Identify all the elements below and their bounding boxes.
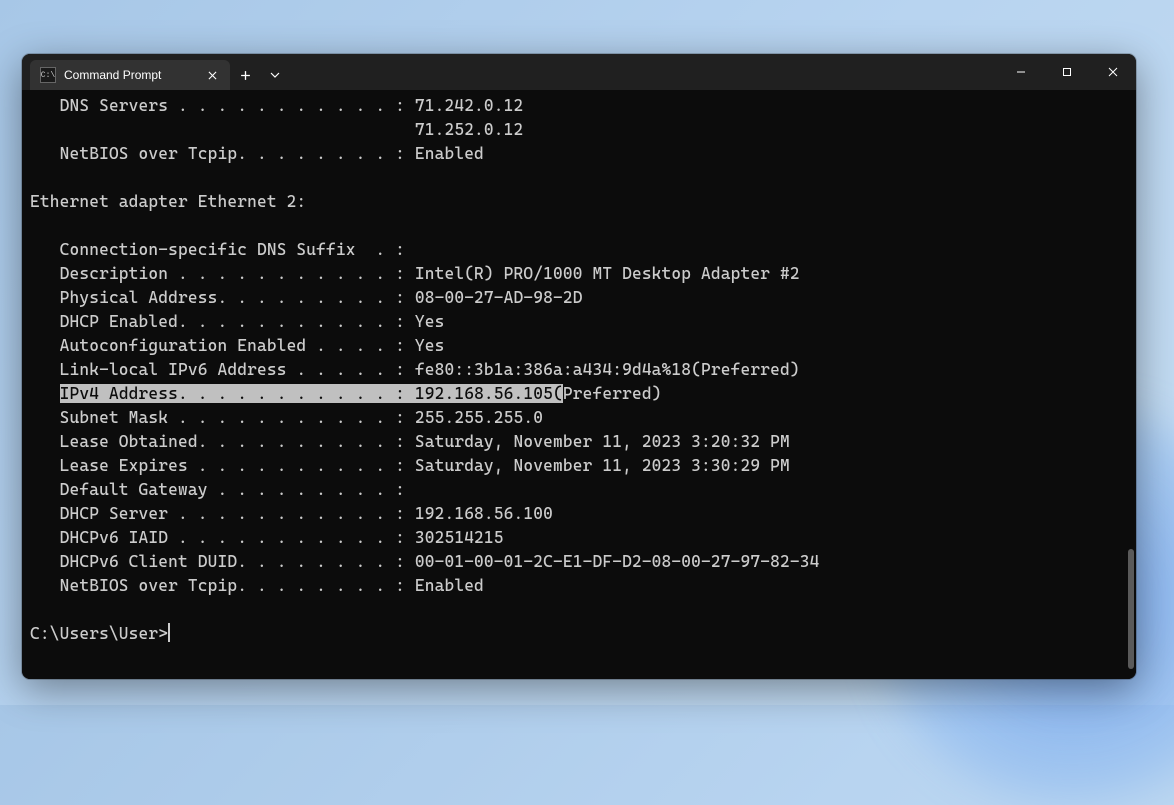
- terminal-line: NetBIOS over Tcpip. . . . . . . . : Enab…: [30, 574, 1128, 598]
- tab-title: Command Prompt: [64, 68, 196, 82]
- terminal-line: Connection-specific DNS Suffix . :: [30, 238, 1128, 262]
- window-titlebar[interactable]: C:\ Command Prompt: [22, 54, 1136, 90]
- tab-dropdown-button[interactable]: [260, 60, 290, 90]
- ipv4-address-line: IPv4 Address. . . . . . . . . . . : 192.…: [30, 382, 1128, 406]
- terminal-line: Lease Obtained. . . . . . . . . . : Satu…: [30, 430, 1128, 454]
- terminal-line: Lease Expires . . . . . . . . . . : Satu…: [30, 454, 1128, 478]
- cmd-icon: C:\: [40, 67, 56, 83]
- tab-active[interactable]: C:\ Command Prompt: [30, 60, 230, 90]
- terminal-line: NetBIOS over Tcpip. . . . . . . . : Enab…: [30, 142, 1128, 166]
- terminal-line: DHCP Server . . . . . . . . . . . : 192.…: [30, 502, 1128, 526]
- maximize-icon: [1062, 67, 1072, 77]
- tab-close-button[interactable]: [204, 67, 220, 83]
- terminal-line: [30, 214, 1128, 238]
- terminal-line: Description . . . . . . . . . . . : Inte…: [30, 262, 1128, 286]
- line-suffix: Preferred): [563, 384, 662, 403]
- prompt-line[interactable]: C:\Users\User>: [30, 622, 1128, 646]
- text-cursor: [168, 623, 170, 642]
- adapter-header: Ethernet adapter Ethernet 2:: [30, 190, 1128, 214]
- prompt-text: C:\Users\User>: [30, 624, 168, 643]
- scrollbar-thumb[interactable]: [1128, 549, 1134, 669]
- line-indent: [30, 384, 60, 403]
- terminal-line: Default Gateway . . . . . . . . . :: [30, 478, 1128, 502]
- selected-text: IPv4 Address. . . . . . . . . . . : 192.…: [60, 384, 563, 403]
- terminal-line: [30, 166, 1128, 190]
- close-icon: [208, 71, 217, 80]
- terminal-line: Autoconfiguration Enabled . . . . : Yes: [30, 334, 1128, 358]
- terminal-line: DHCP Enabled. . . . . . . . . . . : Yes: [30, 310, 1128, 334]
- minimize-button[interactable]: [998, 54, 1044, 90]
- terminal-line: Subnet Mask . . . . . . . . . . . : 255.…: [30, 406, 1128, 430]
- terminal-window: C:\ Command Prompt DNS Servers . . . . .…: [22, 54, 1136, 679]
- terminal-line: DNS Servers . . . . . . . . . . . : 71.2…: [30, 94, 1128, 118]
- terminal-line: [30, 598, 1128, 622]
- terminal-line: Physical Address. . . . . . . . . : 08-0…: [30, 286, 1128, 310]
- minimize-icon: [1016, 67, 1026, 77]
- terminal-line: Link-local IPv6 Address . . . . . : fe80…: [30, 358, 1128, 382]
- plus-icon: [240, 70, 251, 81]
- new-tab-button[interactable]: [230, 60, 260, 90]
- terminal-content[interactable]: DNS Servers . . . . . . . . . . . : 71.2…: [22, 90, 1136, 679]
- window-close-button[interactable]: [1090, 54, 1136, 90]
- maximize-button[interactable]: [1044, 54, 1090, 90]
- terminal-line: DHCPv6 Client DUID. . . . . . . . : 00-0…: [30, 550, 1128, 574]
- scrollbar-vertical[interactable]: [1126, 90, 1136, 679]
- titlebar-drag-region[interactable]: [290, 54, 998, 90]
- terminal-line: DHCPv6 IAID . . . . . . . . . . . : 3025…: [30, 526, 1128, 550]
- terminal-line: 71.252.0.12: [30, 118, 1128, 142]
- close-icon: [1108, 67, 1118, 77]
- chevron-down-icon: [270, 72, 280, 78]
